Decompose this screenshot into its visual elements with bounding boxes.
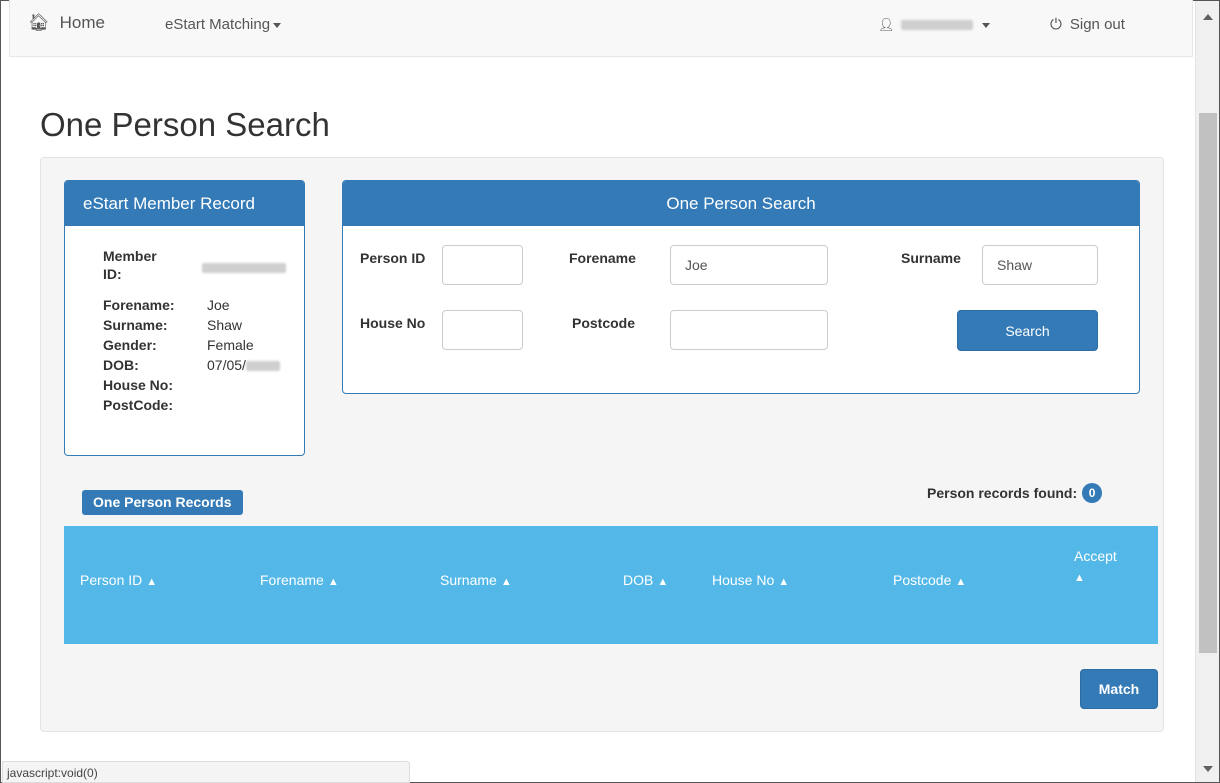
sort-icon: ▲︎ [955, 576, 967, 588]
records-found-label: Person records found: [927, 485, 1078, 501]
scroll-up-arrow-icon[interactable] [1203, 14, 1213, 20]
caret-down-icon [981, 22, 990, 28]
postcode-search-label: Postcode [572, 315, 636, 331]
postcode-input[interactable] [670, 310, 828, 350]
scroll-thumb[interactable] [1199, 113, 1217, 653]
column-label: House No [712, 572, 775, 588]
sort-icon: ▲︎ [1074, 572, 1085, 584]
results-table-header: Person ID ▲︎ Forename ▲︎ Surname ▲︎ DOB ▲︎ H… [64, 526, 1158, 644]
sort-icon: ▲︎ [500, 576, 512, 588]
column-label: Accept [1074, 548, 1117, 564]
estart-matching-label: eStart Matching [165, 16, 271, 33]
redacted-dob-year [245, 361, 280, 372]
caret-down-icon [273, 22, 282, 28]
records-found: Person records found: 0 [927, 483, 1103, 503]
column-label: Forename [260, 572, 324, 588]
column-header-postcode[interactable]: Postcode ▲︎ [893, 572, 966, 588]
forename-search-label: Forename [569, 250, 636, 266]
records-found-count-badge: 0 [1082, 483, 1103, 503]
surname-value: Shaw [207, 317, 243, 333]
sort-icon: ▲︎ [327, 576, 339, 588]
column-header-surname[interactable]: Surname ▲︎ [440, 572, 512, 588]
surname-input[interactable] [982, 245, 1098, 285]
gender-value: Female [207, 337, 254, 353]
home-icon: 🏠︎ [28, 13, 50, 32]
sort-icon: ▲︎ [657, 576, 669, 588]
search-button[interactable]: Search [957, 310, 1098, 351]
forename-label: Forename: [103, 297, 175, 313]
nav-home-link[interactable]: 🏠︎ Home [28, 13, 105, 33]
estart-matching-dropdown[interactable]: eStart Matching [165, 16, 282, 33]
column-label: Person ID [80, 572, 143, 588]
column-header-forename[interactable]: Forename ▲︎ [260, 572, 339, 588]
vertical-scrollbar[interactable] [1195, 1, 1219, 782]
member-id-label: Member ID: [103, 248, 157, 282]
surname-label: Surname: [103, 317, 168, 333]
sign-out-link[interactable]: ⏻ Sign out [1050, 16, 1125, 33]
match-button[interactable]: Match [1080, 669, 1158, 709]
user-icon: 👤︎ [878, 17, 895, 32]
search-panel-heading: One Person Search [343, 181, 1139, 226]
dob-value: 07/05/ [207, 356, 280, 374]
redacted-username [900, 20, 973, 30]
column-header-dob[interactable]: DOB ▲︎ [623, 572, 668, 588]
forename-input[interactable] [670, 245, 828, 285]
gender-label: Gender: [103, 337, 157, 353]
one-person-search-panel: One Person Search [342, 180, 1140, 394]
column-label: Surname [440, 572, 497, 588]
member-record-heading: eStart Member Record [65, 181, 304, 226]
person-id-label: Person ID [360, 250, 426, 266]
top-navbar: 🏠︎ Home eStart Matching 👤︎ ⏻ Sign out [9, 0, 1193, 57]
user-menu-dropdown[interactable]: 👤︎ [878, 17, 990, 33]
forename-value: Joe [207, 297, 230, 313]
column-header-person-id[interactable]: Person ID ▲︎ [80, 572, 157, 588]
dob-text: 07/05/ [207, 357, 246, 373]
house-no-search-label: House No [360, 315, 426, 331]
house-no-label: House No: [103, 377, 173, 393]
column-label: Postcode [893, 572, 952, 588]
column-header-house-no[interactable]: House No ▲︎ [712, 572, 789, 588]
column-header-accept[interactable]: Accept ▲︎ [1074, 546, 1134, 588]
sign-out-label: Sign out [1069, 16, 1125, 33]
surname-search-label: Surname [901, 250, 961, 266]
sort-icon: ▲︎ [146, 576, 158, 588]
person-id-input[interactable] [442, 245, 523, 285]
scroll-down-arrow-icon[interactable] [1203, 766, 1213, 772]
browser-status-bar: javascript:void(0) [2, 761, 410, 783]
member-record-panel: eStart Member Record Member ID: Forename… [64, 180, 305, 456]
one-person-records-label: One Person Records [82, 490, 243, 515]
column-label: DOB [623, 572, 654, 588]
house-no-input[interactable] [442, 310, 523, 350]
redacted-member-id [202, 263, 286, 273]
dob-label: DOB: [103, 357, 139, 373]
nav-home-label: Home [59, 13, 105, 32]
postcode-label: PostCode: [103, 397, 173, 413]
sort-icon: ▲︎ [778, 576, 790, 588]
power-icon: ⏻ [1050, 16, 1062, 33]
page-title: One Person Search [40, 106, 330, 143]
